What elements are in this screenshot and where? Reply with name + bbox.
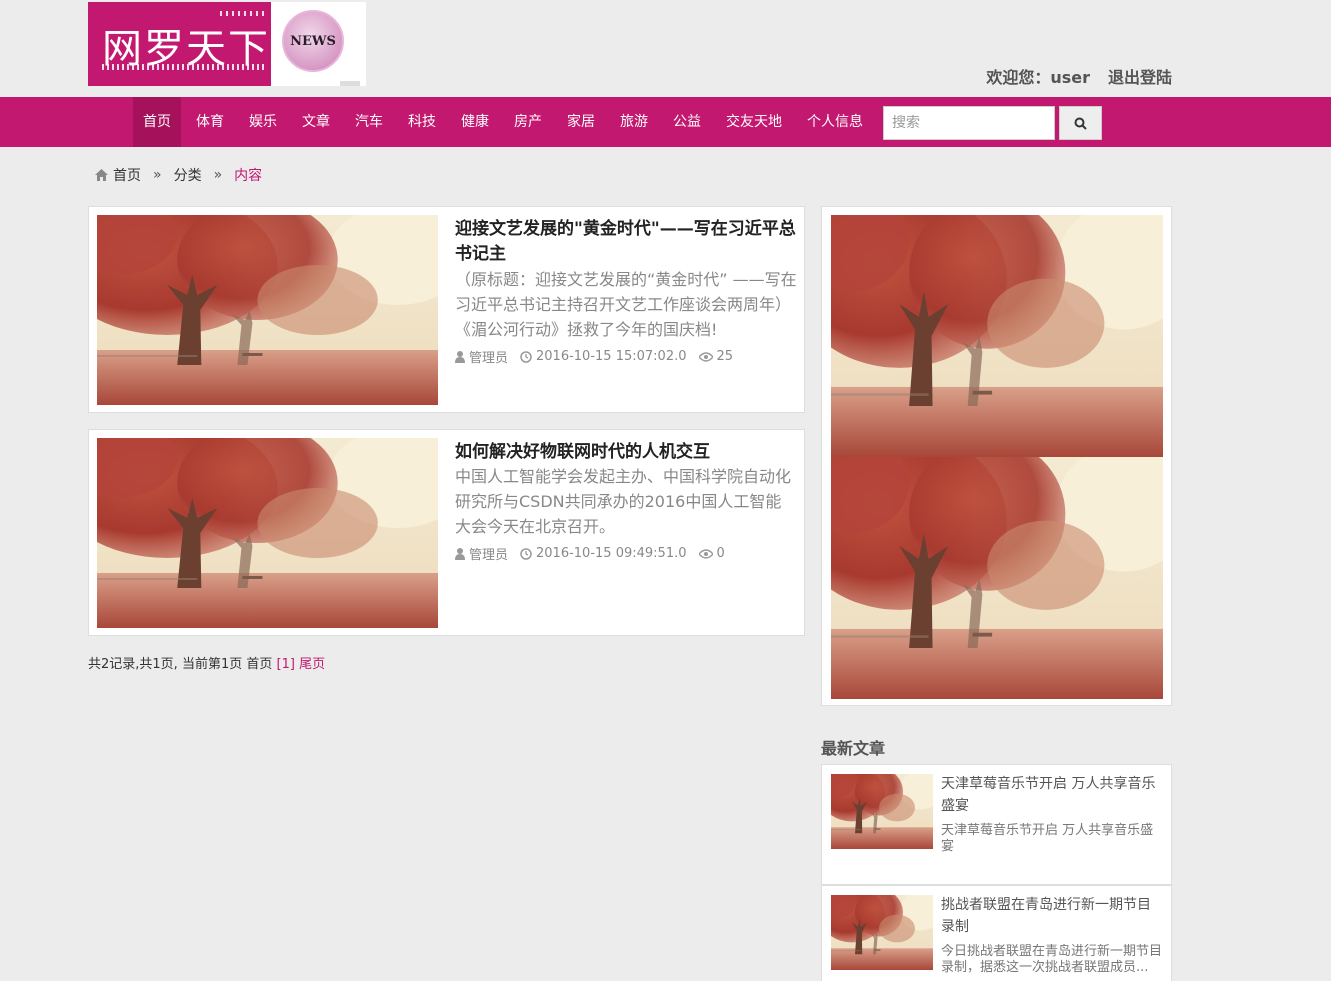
latest-article-desc: 天津草莓音乐节开启 万人共享音乐盛宴 [941,823,1154,854]
article-time: 2016-10-15 15:07:02.0 [536,349,687,364]
nav-item-profile[interactable]: 个人信息 [797,97,873,147]
article-card[interactable]: 迎接文艺发展的"黄金时代"——写在习近平总书记主 （原标题：迎接文艺发展的“黄金… [88,206,805,413]
article-views-meta: 0 [698,546,725,561]
breadcrumb-separator: » [213,167,223,183]
home-icon [95,169,108,181]
eye-icon [698,548,713,559]
nav-item-health[interactable]: 健康 [451,97,499,147]
nav-item-home[interactable]: 首页 [133,97,181,147]
article-meta: 管理员 2016-10-15 15:07:02.0 25 [455,347,745,366]
article-views: 0 [716,546,725,561]
nav-item-charity[interactable]: 公益 [663,97,711,147]
logo-badge-area: NEWS [271,2,366,86]
article-summary: 中国人工智能学会发起主办、中国科学院自动化研究所与CSDN共同承办的2016中国… [455,467,792,536]
search-input[interactable]: 搜索 [883,106,1055,140]
banner-image[interactable] [831,457,1163,699]
search-icon [1074,117,1087,130]
nav-item-travel[interactable]: 旅游 [610,97,658,147]
article-author: 管理员 [469,351,509,366]
user-icon [455,547,465,560]
article-time-meta: 2016-10-15 15:07:02.0 [520,349,687,364]
article-views-meta: 25 [698,349,734,364]
article-meta: 管理员 2016-10-15 09:49:51.0 0 [455,544,737,563]
article-author: 管理员 [469,548,509,563]
breadcrumb-home[interactable]: 首页 [113,165,141,185]
nav-item-social[interactable]: 交友天地 [716,97,792,147]
pager-summary: 共2记录,共1页, 当前第1页 [88,657,243,672]
main-nav: 首页 体育 娱乐 文章 汽车 科技 健康 房产 家居 旅游 公益 交友天地 个人… [0,97,1331,147]
welcome-text: 欢迎您：user [986,68,1090,87]
nav-item-realestate[interactable]: 房产 [504,97,552,147]
news-badge: NEWS [282,10,344,72]
article-title[interactable]: 迎接文艺发展的"黄金时代"——写在习近平总书记主 [455,217,797,267]
nav-item-entertainment[interactable]: 娱乐 [239,97,287,147]
latest-article-thumbnail[interactable] [831,895,933,970]
article-thumbnail[interactable] [97,438,438,628]
breadcrumb-category[interactable]: 分类 [174,165,202,185]
article-time-meta: 2016-10-15 09:49:51.0 [520,546,687,561]
latest-articles-heading: 最新文章 [821,739,886,758]
sidebar-banner[interactable] [821,206,1172,706]
user-bar: 欢迎您：user 退出登陆 [986,64,1172,88]
latest-article-title[interactable]: 天津草莓音乐节开启 万人共享音乐盛宴 [941,773,1163,817]
article-author-meta: 管理员 [455,544,508,563]
article-summary: （原标题：迎接文艺发展的“黄金时代” ——写在习近平总书记主持召开文艺工作座谈会… [455,270,797,339]
nav-item-sports[interactable]: 体育 [186,97,234,147]
logo-tab [340,81,360,86]
pager-first[interactable]: 首页 [246,657,272,672]
nav-item-articles[interactable]: 文章 [292,97,340,147]
site-logo[interactable]: 网罗天下 NEWS [88,2,366,86]
latest-article-item[interactable]: 挑战者联盟在青岛进行新一期节目录制 今日挑战者联盟在青岛进行新一期节目录制，据悉… [821,885,1172,981]
article-thumbnail[interactable] [97,215,438,405]
site-header: 网罗天下 NEWS 欢迎您：user 退出登陆 [0,0,1331,97]
latest-article-thumbnail[interactable] [831,774,933,849]
latest-article-title[interactable]: 挑战者联盟在青岛进行新一期节目录制 [941,894,1163,938]
article-title[interactable]: 如何解决好物联网时代的人机交互 [455,440,797,465]
pagination: 共2记录,共1页, 当前第1页 首页 [1] 尾页 [88,653,325,672]
nav-item-tech[interactable]: 科技 [398,97,446,147]
latest-article-item[interactable]: 天津草莓音乐节开启 万人共享音乐盛宴 天津草莓音乐节开启 万人共享音乐盛宴 [821,764,1172,885]
clock-icon [520,350,532,363]
breadcrumb-current: 内容 [234,168,263,184]
article-views: 25 [716,349,734,364]
banner-image[interactable] [831,215,1163,457]
pager-last[interactable]: 尾页 [299,657,325,672]
breadcrumb-separator: » [153,167,162,183]
user-icon [455,350,465,363]
clock-icon [520,547,532,560]
search-button[interactable] [1059,106,1102,140]
logo-decoration [102,64,267,70]
latest-article-desc: 今日挑战者联盟在青岛进行新一期节目录制，据悉这一次挑战者联盟成员... [941,944,1163,975]
article-card[interactable]: 如何解决好物联网时代的人机交互 中国人工智能学会发起主办、中国科学院自动化研究所… [88,429,805,636]
breadcrumb: 首页 » 分类 » 内容 [95,165,262,185]
article-time: 2016-10-15 09:49:51.0 [536,546,687,561]
nav-item-home-furnishing[interactable]: 家居 [557,97,605,147]
pager-current[interactable]: [1] [277,657,295,672]
logout-link[interactable]: 退出登陆 [1108,68,1172,87]
eye-icon [698,351,713,362]
nav-item-auto[interactable]: 汽车 [345,97,393,147]
nav-items: 首页 体育 娱乐 文章 汽车 科技 健康 房产 家居 旅游 公益 交友天地 个人… [133,97,878,147]
article-author-meta: 管理员 [455,347,508,366]
